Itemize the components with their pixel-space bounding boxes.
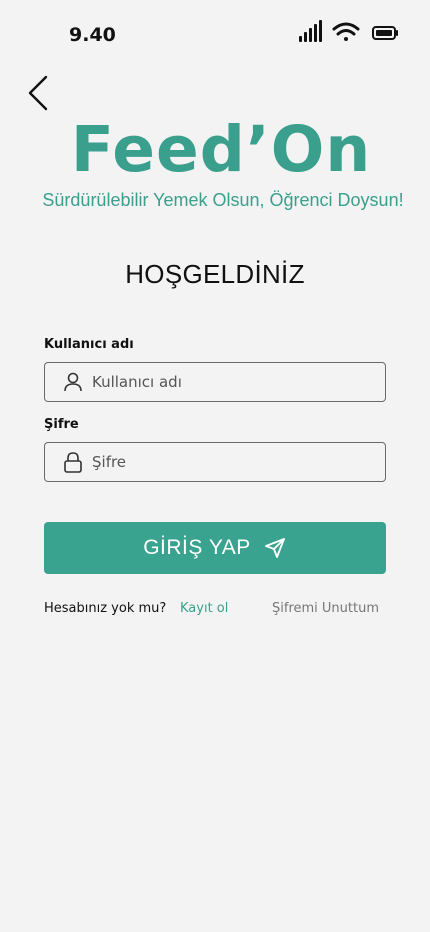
forgot-password-link[interactable]: Şifremi Unuttum (272, 600, 379, 618)
password-input[interactable] (92, 453, 352, 471)
password-label: Şifre (44, 417, 79, 432)
send-icon (264, 538, 285, 558)
no-account-text: Hesabınız yok mu? (44, 601, 167, 616)
app-logo-title: Feed’On (70, 113, 372, 186)
status-time: 9.40 (69, 24, 116, 46)
signup-link[interactable]: Kayıt ol (180, 600, 228, 618)
app-slogan: Sürdürülebilir Yemek Olsun, Öğrenci Doys… (42, 190, 404, 210)
login-button-label: GİRİŞ YAP (143, 536, 251, 559)
username-input[interactable] (92, 373, 352, 391)
wifi-icon (332, 22, 360, 41)
login-button[interactable]: GİRİŞ YAP (44, 522, 386, 574)
username-field[interactable] (44, 362, 386, 402)
password-field[interactable] (44, 442, 386, 482)
status-icons (299, 20, 398, 42)
lock-icon (64, 452, 82, 473)
battery-icon (372, 26, 398, 40)
user-icon (64, 372, 82, 392)
cellular-signal-icon (299, 20, 322, 42)
username-label: Kullanıcı adı (44, 337, 134, 352)
welcome-heading: HOŞGELDİNİZ (125, 259, 305, 289)
